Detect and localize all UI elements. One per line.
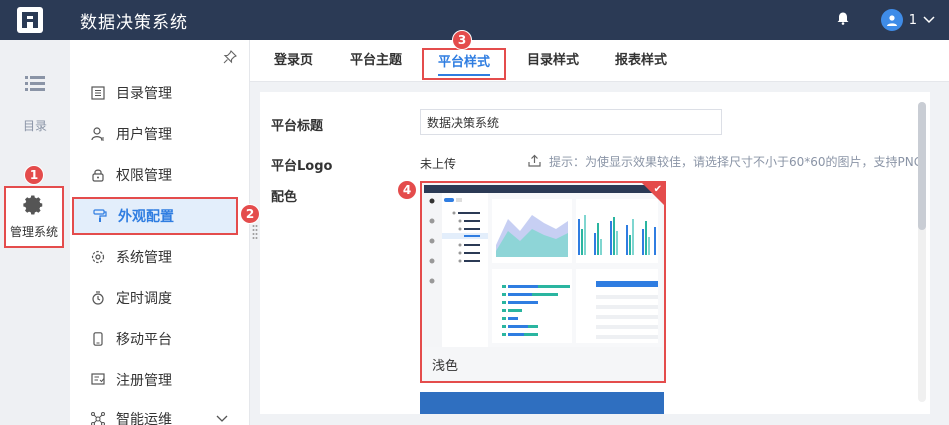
theme-card-next[interactable]	[420, 392, 664, 414]
color-scheme-label: 配色	[271, 190, 298, 205]
menu-item-permission-management[interactable]: 权限管理	[90, 162, 250, 188]
menu-item-smart-ops[interactable]: 智能运维	[90, 406, 250, 425]
top-bar: 数据决策系统 1	[0, 0, 949, 40]
gear-icon	[23, 195, 43, 215]
check-icon: ✔	[653, 184, 662, 195]
platform-title-input[interactable]	[420, 109, 722, 135]
avatar[interactable]	[880, 9, 903, 31]
theme-card-light[interactable]: ✔ 浅色	[420, 181, 666, 383]
mobile-icon	[90, 331, 106, 347]
pin-icon[interactable]	[223, 50, 237, 68]
chevron-down-icon[interactable]	[216, 411, 228, 425]
list-icon	[25, 76, 45, 91]
platform-title-label: 平台标题	[271, 119, 324, 134]
theme-name: 浅色	[432, 359, 459, 374]
rail-item-catalog[interactable]: 目录	[0, 76, 70, 134]
platform-logo-label: 平台Logo	[271, 159, 333, 174]
tab-platform-theme[interactable]: 平台主题	[350, 40, 402, 82]
upload-hint[interactable]: 提示：为使显示效果较佳，请选择尺寸不小于60*60的图片，支持PNG	[528, 153, 923, 170]
user-name[interactable]: 1	[909, 13, 917, 28]
logo-icon	[17, 7, 43, 33]
content-scrollbar[interactable]	[918, 102, 926, 402]
menu-item-catalog-management[interactable]: 目录管理	[90, 80, 250, 106]
menu-item-system-management[interactable]: 系统管理	[90, 244, 250, 270]
rail-manage-label: 管理系统	[9, 225, 58, 239]
upload-icon[interactable]	[528, 154, 541, 170]
menu-item-label: 智能运维	[116, 412, 172, 425]
menu-item-label: 注册管理	[116, 373, 172, 389]
menu-item-appearance-config[interactable]: 外观配置	[72, 197, 238, 235]
chevron-down-icon[interactable]	[923, 13, 935, 28]
menu-item-registration-management[interactable]: 注册管理	[90, 367, 250, 393]
bell-icon[interactable]	[837, 12, 849, 29]
step-badge-4: 4	[397, 180, 417, 200]
menu-item-label: 权限管理	[116, 168, 172, 184]
menu-item-mobile-platform[interactable]: 移动平台	[90, 326, 250, 352]
menu-item-label: 定时调度	[116, 291, 172, 307]
lock-icon	[90, 167, 106, 183]
left-rail: 目录 管理系统	[0, 40, 70, 425]
upload-hint-text: 提示：为使显示效果较佳，请选择尺寸不小于60*60的图片，支持PNG	[549, 155, 924, 169]
tab-login-page[interactable]: 登录页	[274, 40, 313, 82]
step-badge-1: 1	[24, 165, 44, 185]
menu-item-label: 移动平台	[116, 332, 172, 348]
menu-item-scheduled-tasks[interactable]: 定时调度	[90, 285, 250, 311]
menu-item-label: 目录管理	[116, 86, 172, 102]
register-icon	[90, 372, 106, 388]
rail-catalog-label: 目录	[22, 119, 47, 133]
step-badge-3: 3	[452, 30, 472, 50]
user-avatar-icon	[886, 15, 897, 26]
menu-item-label: 系统管理	[116, 250, 172, 266]
tab-platform-style[interactable]: 平台样式	[422, 48, 507, 80]
stopwatch-icon	[90, 290, 106, 306]
resize-handle[interactable]	[252, 224, 258, 240]
content-panel: 平台标题 平台Logo 未上传 提示：为使显示效果较佳，请选择尺寸不小于60*6…	[260, 92, 930, 414]
tab-catalog-style[interactable]: 目录样式	[527, 40, 579, 82]
secondary-menu: 目录管理 用户管理 权限管理 外观配置 系统管理 定时调度 移动平台 注册管理 …	[70, 40, 250, 425]
catalog-icon	[90, 85, 106, 101]
theme-preview-thumbnail	[424, 185, 662, 347]
network-icon	[90, 411, 106, 425]
app-logo[interactable]	[10, 0, 50, 40]
paint-roller-icon	[92, 208, 108, 224]
rail-item-manage[interactable]: 管理系统	[4, 186, 64, 248]
menu-item-user-management[interactable]: 用户管理	[90, 121, 250, 147]
step-badge-2: 2	[240, 204, 260, 224]
user-icon	[90, 126, 106, 142]
gear-icon	[90, 249, 106, 265]
logo-status: 未上传	[420, 157, 457, 171]
menu-item-label: 外观配置	[118, 209, 174, 225]
menu-item-label: 用户管理	[116, 127, 172, 143]
app-title: 数据决策系统	[80, 12, 188, 33]
tab-report-style[interactable]: 报表样式	[615, 40, 667, 82]
scrollbar-thumb[interactable]	[918, 102, 926, 230]
tab-bar: 登录页 平台主题 平台样式 目录样式 报表样式	[250, 40, 949, 82]
